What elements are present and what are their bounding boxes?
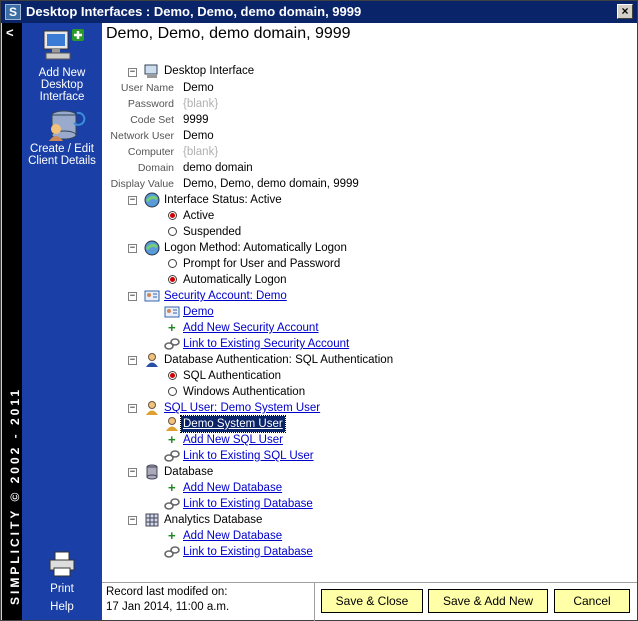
status-active-radio[interactable] <box>168 211 177 220</box>
field-label: User Name <box>120 82 174 94</box>
field-label: Computer <box>127 146 174 158</box>
client-details-label: Create / Edit Client Details <box>28 143 96 167</box>
details-tree: − Desktop Interface User Name Demo Passw… <box>102 47 637 582</box>
database-node: Database <box>164 466 214 478</box>
add-icon: + <box>168 320 176 335</box>
save-add-new-button[interactable]: Save & Add New <box>428 589 548 613</box>
analytics-database-icon <box>145 513 159 527</box>
status-active-label[interactable]: Active <box>183 208 214 224</box>
sql-user-icon <box>146 401 158 415</box>
link-security-account-link[interactable]: Link to Existing Security Account <box>183 336 349 352</box>
footer-bar: Record last modifed on: 17 Jan 2014, 11:… <box>102 582 637 621</box>
link-analytics-database-link[interactable]: Link to Existing Database <box>183 544 313 560</box>
collapse-toggle[interactable]: − <box>128 292 137 301</box>
add-icon: + <box>168 432 176 447</box>
add-security-account-link[interactable]: Add New Security Account <box>183 320 319 336</box>
status-suspended-label[interactable]: Suspended <box>183 224 241 240</box>
logon-globe-icon <box>144 240 160 256</box>
copyright-text: SIMPLICITY © 2002 - 2011 <box>8 386 22 605</box>
modified-value: 17 Jan 2014, 11:00 a.m. <box>106 601 230 613</box>
field-label: Network User <box>110 130 174 142</box>
computer-icon <box>144 64 158 78</box>
help-link[interactable]: Help <box>22 601 102 613</box>
print-button[interactable]: Print <box>22 551 102 595</box>
sql-user-link[interactable]: SQL User: Demo System User <box>164 400 320 416</box>
sql-user-item-selected[interactable]: Demo System User <box>180 415 286 433</box>
id-card-icon <box>144 290 160 302</box>
link-database-link[interactable]: Link to Existing Database <box>183 496 313 512</box>
status-suspended-radio[interactable] <box>168 227 177 236</box>
cancel-button[interactable]: Cancel <box>554 589 630 613</box>
modified-label: Record last modifed on: <box>106 586 228 598</box>
collapse-toggle[interactable]: − <box>128 244 137 253</box>
logon-auto-label[interactable]: Automatically Logon <box>183 272 287 288</box>
title-bar: S Desktop Interfaces : Demo, Demo, demo … <box>1 1 637 23</box>
sql-user-icon <box>166 417 178 431</box>
analytics-database-node: Analytics Database <box>164 514 263 526</box>
security-account-item[interactable]: Demo <box>183 304 214 320</box>
windows-auth-label[interactable]: Windows Authentication <box>183 384 305 400</box>
brand-strip: < SIMPLICITY © 2002 - 2011 <box>2 23 22 620</box>
user-icon <box>146 353 158 367</box>
status-globe-icon <box>144 192 160 208</box>
id-card-icon <box>164 306 180 318</box>
collapse-sidebar-button[interactable]: < <box>6 25 14 40</box>
client-details-button[interactable]: Create / Edit Client Details <box>22 107 102 171</box>
page-title: Demo, Demo, demo domain, 9999 <box>102 23 637 47</box>
link-icon <box>164 450 180 462</box>
add-database-link[interactable]: Add New Database <box>183 480 282 496</box>
user-name-value[interactable]: Demo <box>183 80 214 96</box>
database-icon <box>146 464 158 480</box>
logon-auto-radio[interactable] <box>168 275 177 284</box>
sql-auth-label[interactable]: SQL Authentication <box>183 368 281 384</box>
desktop-interface-node: Desktop Interface <box>164 65 255 77</box>
field-label: Code Set <box>130 114 174 126</box>
add-icon: + <box>168 528 176 543</box>
sql-auth-radio[interactable] <box>168 371 177 380</box>
sidebar: Add New Desktop Interface Create / Edit … <box>22 23 102 620</box>
computer-add-icon <box>43 29 84 60</box>
windows-auth-radio[interactable] <box>168 387 177 396</box>
collapse-toggle[interactable]: − <box>128 356 137 365</box>
add-desktop-interface-label: Add New Desktop Interface <box>38 67 86 103</box>
domain-value[interactable]: demo domain <box>183 160 253 176</box>
add-sql-user-link[interactable]: Add New SQL User <box>183 432 283 448</box>
collapse-toggle[interactable]: − <box>128 468 137 477</box>
db-auth-node: Database Authentication: SQL Authenticat… <box>164 354 394 366</box>
display-value-value[interactable]: Demo, Demo, demo domain, 9999 <box>183 176 359 192</box>
logon-prompt-label[interactable]: Prompt for User and Password <box>183 256 340 272</box>
window-title: Desktop Interfaces : Demo, Demo, demo do… <box>26 4 362 19</box>
application-window: S Desktop Interfaces : Demo, Demo, demo … <box>0 0 638 621</box>
logon-method-node: Logon Method: Automatically Logon <box>164 242 347 254</box>
close-button[interactable]: × <box>617 4 633 19</box>
save-close-button[interactable]: Save & Close <box>321 589 423 613</box>
add-analytics-database-link[interactable]: Add New Database <box>183 528 282 544</box>
collapse-toggle[interactable]: − <box>128 196 137 205</box>
field-label: Domain <box>137 162 174 174</box>
add-desktop-interface-button[interactable]: Add New Desktop Interface <box>22 27 102 103</box>
collapse-toggle[interactable]: − <box>128 516 137 525</box>
logon-prompt-radio[interactable] <box>168 259 177 268</box>
collapse-toggle[interactable]: − <box>128 404 137 413</box>
divider <box>314 583 315 621</box>
link-icon <box>164 546 180 558</box>
code-set-value[interactable]: 9999 <box>183 112 209 128</box>
field-label: Password <box>127 98 174 110</box>
interface-status-node: Interface Status: Active <box>164 194 282 206</box>
field-label: Display Value <box>110 178 174 190</box>
add-icon: + <box>168 480 176 495</box>
network-user-value[interactable]: Demo <box>183 128 214 144</box>
app-icon: S <box>5 4 21 20</box>
printer-icon <box>49 551 75 577</box>
password-value[interactable]: {blank} <box>183 96 218 112</box>
link-icon <box>164 498 180 510</box>
computer-value[interactable]: {blank} <box>183 144 218 160</box>
collapse-toggle[interactable]: − <box>128 68 137 77</box>
link-icon <box>164 338 180 350</box>
link-sql-user-link[interactable]: Link to Existing SQL User <box>183 448 314 464</box>
database-user-icon <box>49 110 86 141</box>
security-account-link[interactable]: Security Account: Demo <box>164 288 287 304</box>
print-label: Print <box>50 583 74 595</box>
